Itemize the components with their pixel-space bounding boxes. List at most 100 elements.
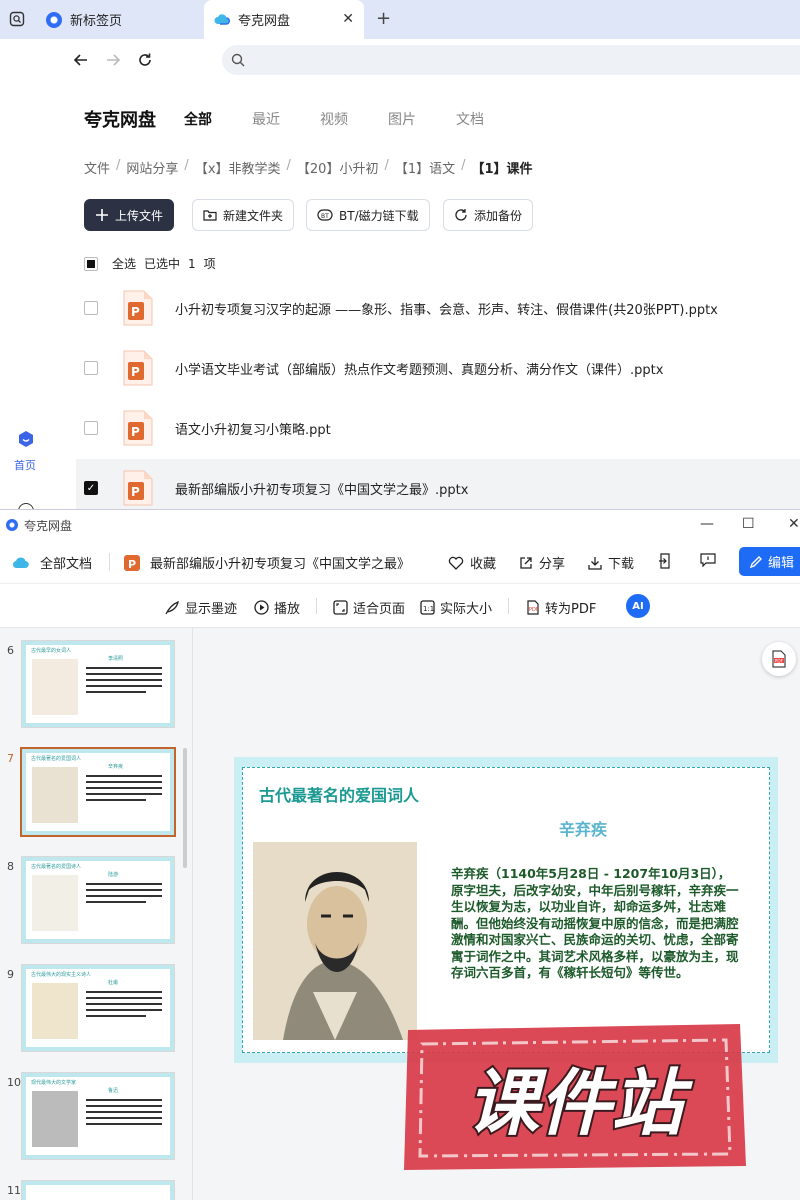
download-button[interactable]: 下载 xyxy=(588,553,634,572)
file-name[interactable]: 语文小升初复习小策略.ppt xyxy=(175,419,331,438)
fit-page-button[interactable]: 适合页面 xyxy=(333,598,405,617)
thumb-name: 鲁迅 xyxy=(108,1088,119,1094)
browser-tab-bar: 新标签页 夸克网盘 ✕ + xyxy=(0,0,800,39)
portrait-thumb-image xyxy=(32,767,78,823)
rail-home-item[interactable]: 首页 xyxy=(12,429,40,473)
file-checkbox[interactable] xyxy=(84,301,98,315)
ppt-file-icon: P xyxy=(122,409,154,447)
actual-size-icon: 1:1 xyxy=(420,600,435,615)
thumb-heading: 现代最伟大的文学家 xyxy=(31,1080,77,1086)
actual-size-button[interactable]: 1:1 实际大小 xyxy=(420,598,492,617)
folder-plus-icon xyxy=(203,209,217,221)
breadcrumb-item[interactable]: 【20】小升初 xyxy=(297,158,379,177)
tab-document[interactable]: 文档 xyxy=(456,109,484,129)
quark-logo-icon xyxy=(6,519,18,531)
file-row[interactable]: P 小学语文毕业考试（部编版）热点作文考题预测、真题分析、满分作文（课件）.pp… xyxy=(76,339,800,397)
tab-image[interactable]: 图片 xyxy=(388,109,416,129)
tab-recent[interactable]: 最近 xyxy=(252,109,280,129)
convert-pdf-button[interactable]: PDF 转为PDF xyxy=(526,598,596,617)
close-window-icon[interactable]: ✕ xyxy=(788,516,800,532)
bt-download-button[interactable]: BT BT/磁力链下载 xyxy=(306,199,430,231)
thumb-heading: 古代最早的女词人 xyxy=(31,648,72,654)
breadcrumb: 文件 / 网站分享 / 【x】非教学类 / 【20】小升初 / 【1】语文 / 【1】课件 xyxy=(84,158,533,177)
tab-quark-drive[interactable]: 夸克网盘 ✕ xyxy=(204,0,364,39)
portrait-image xyxy=(253,842,417,1040)
reload-icon[interactable] xyxy=(134,49,156,71)
slide-thumbnail[interactable]: 古代最早的女词人 李清照 xyxy=(22,641,174,727)
tab-label: 新标签页 xyxy=(70,14,123,29)
download-label: 下载 xyxy=(608,557,635,572)
pdf-export-floating-icon[interactable]: PDF xyxy=(762,642,796,676)
pptx-file-icon: P xyxy=(122,469,154,507)
portrait-thumb-image xyxy=(32,1091,78,1147)
export-icon[interactable] xyxy=(658,553,672,569)
favorite-button[interactable]: 收藏 xyxy=(448,553,496,572)
thumbnail-scrollbar[interactable] xyxy=(183,748,187,868)
ai-assistant-button[interactable]: AI xyxy=(626,594,650,618)
file-row[interactable]: P 小升初专项复习汉字的起源 ——象形、指事、会意、形声、转注、假借课件(共20… xyxy=(76,279,800,337)
show-ink-button[interactable]: 显示墨迹 xyxy=(164,598,237,617)
file-row[interactable]: P 语文小升初复习小策略.ppt xyxy=(76,399,800,457)
add-backup-button[interactable]: 添加备份 xyxy=(443,199,534,231)
comment-icon[interactable] xyxy=(700,553,716,567)
thumb-name: 陆游 xyxy=(108,872,119,878)
file-name[interactable]: 最新部编版小升初专项复习《中国文学之最》.pptx xyxy=(175,479,468,498)
fit-page-icon xyxy=(333,600,348,615)
play-label: 播放 xyxy=(274,602,301,617)
edit-label: 编辑 xyxy=(768,556,795,571)
tab-all[interactable]: 全部 xyxy=(184,109,212,129)
show-ink-label: 显示墨迹 xyxy=(185,602,238,617)
thumb-heading: 古代最著名的爱国词人 xyxy=(31,756,82,762)
selected-unit: 项 xyxy=(203,257,216,271)
file-checkbox[interactable] xyxy=(84,361,98,375)
slide-person-name: 辛弃疾 xyxy=(559,820,608,839)
all-docs-button[interactable]: 全部文档 xyxy=(12,553,92,572)
slide-thumbnail-active[interactable]: 古代最著名的爱国词人 辛弃疾 xyxy=(22,749,174,835)
portrait-thumb-image xyxy=(32,659,78,715)
upload-button[interactable]: 上传文件 xyxy=(84,199,175,231)
maximize-icon[interactable]: ☐ xyxy=(742,516,755,532)
svg-text:PDF: PDF xyxy=(529,607,539,613)
file-checkbox-checked[interactable]: ✓ xyxy=(84,481,98,495)
watermark-text: 课件站 xyxy=(467,1061,693,1145)
slide-number: 9 xyxy=(7,968,14,981)
toolbar-divider xyxy=(316,598,317,614)
back-icon[interactable] xyxy=(70,49,92,71)
breadcrumb-item[interactable]: 网站分享 xyxy=(126,158,178,177)
slide-thumbnail[interactable]: 现代最伟大的文学家 鲁迅 xyxy=(22,1073,174,1159)
slide-thumbnail[interactable] xyxy=(22,1181,174,1200)
breadcrumb-current: 【1】课件 xyxy=(471,162,533,177)
new-folder-button[interactable]: 新建文件夹 xyxy=(192,199,295,231)
breadcrumb-item[interactable]: 【x】非教学类 xyxy=(195,158,281,177)
tab-video[interactable]: 视频 xyxy=(320,109,348,129)
slide-thumbnail[interactable]: 古代最伟大的现实主义诗人 杜甫 xyxy=(22,965,174,1051)
select-all-label[interactable]: 全选 xyxy=(112,255,136,272)
breadcrumb-item[interactable]: 文件 xyxy=(84,158,110,177)
minimize-icon[interactable]: — xyxy=(700,516,714,532)
fit-page-label: 适合页面 xyxy=(353,602,406,617)
upload-label: 上传文件 xyxy=(115,208,164,223)
forward-icon[interactable] xyxy=(102,49,124,71)
search-icon xyxy=(231,53,245,67)
portrait-thumb-image xyxy=(32,875,78,931)
tab-search-icon[interactable] xyxy=(6,8,28,30)
address-bar[interactable] xyxy=(222,45,800,75)
file-checkbox[interactable] xyxy=(84,421,98,435)
play-button[interactable]: 播放 xyxy=(254,598,300,617)
slide-number: 8 xyxy=(7,860,14,873)
rail-home-label: 首页 xyxy=(14,459,36,472)
tab-new-tab[interactable]: 新标签页 xyxy=(40,0,200,39)
breadcrumb-item[interactable]: 【1】语文 xyxy=(395,158,455,177)
new-tab-plus-icon[interactable]: + xyxy=(376,8,391,29)
download-icon xyxy=(588,556,602,570)
close-tab-icon[interactable]: ✕ xyxy=(342,11,354,27)
file-name[interactable]: 小升初专项复习汉字的起源 ——象形、指事、会意、形声、转注、假借课件(共20张P… xyxy=(175,299,718,318)
edit-button[interactable]: 编辑 xyxy=(739,547,800,576)
file-name[interactable]: 小学语文毕业考试（部编版）热点作文考题预测、真题分析、满分作文（课件）.pptx xyxy=(175,359,663,378)
select-all-checkbox[interactable] xyxy=(84,256,98,271)
slide-thumbnail[interactable]: 古代最著名的爱国诗人 陆游 xyxy=(22,857,174,943)
svg-text:P: P xyxy=(131,365,140,379)
thumb-name: 辛弃疾 xyxy=(108,764,124,770)
share-button[interactable]: 分享 xyxy=(519,553,565,572)
svg-text:P: P xyxy=(128,558,136,571)
